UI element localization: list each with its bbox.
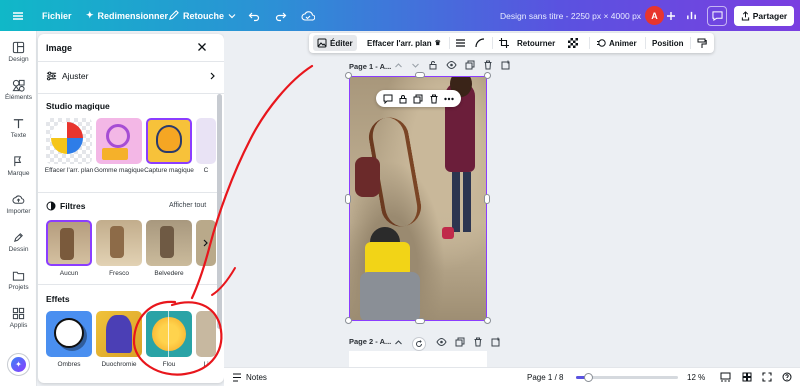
page-indicator[interactable]: Page 1 / 8 (527, 368, 563, 386)
zoom-slider[interactable] (576, 373, 678, 382)
red-annotation (132, 64, 314, 376)
bottom-bar: Notes Page 1 / 8 12 % (224, 367, 800, 386)
help-icon[interactable] (782, 372, 792, 382)
annotation-circle (132, 300, 223, 376)
annotation-arrow-line (190, 64, 314, 300)
grid-view-icon[interactable] (742, 372, 752, 382)
annotation-arrow-head (211, 267, 236, 296)
notes-button[interactable]: Notes (232, 368, 267, 386)
zoom-level[interactable]: 12 % (687, 368, 705, 386)
notes-icon (233, 372, 241, 382)
fullscreen-icon[interactable] (762, 372, 772, 382)
zoom-slider-knob[interactable] (584, 373, 594, 382)
pages-grid-icon[interactable] (720, 372, 731, 382)
